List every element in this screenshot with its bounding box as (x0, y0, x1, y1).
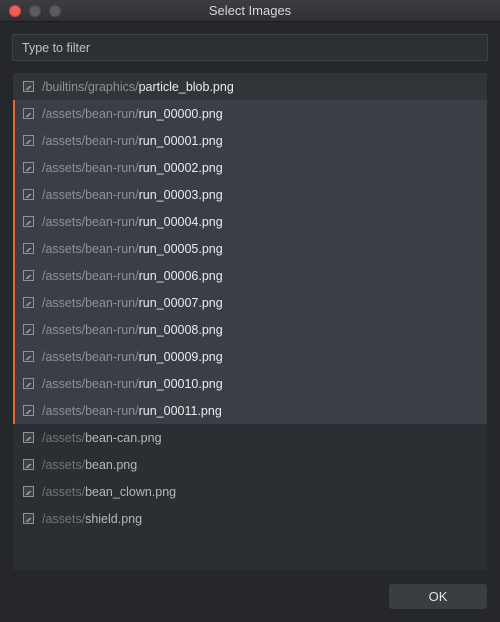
image-list-item[interactable]: /assets/bean-run/run_00008.png (13, 316, 487, 343)
image-file-icon (23, 189, 34, 200)
image-file-icon (23, 81, 34, 92)
image-file-icon (23, 378, 34, 389)
image-list-item[interactable]: /builtins/graphics/particle_blob.png (13, 73, 487, 100)
item-filename: run_00004.png (138, 214, 223, 229)
item-directory: /assets/bean-run/ (42, 106, 139, 121)
image-file-icon (23, 270, 34, 281)
image-file-icon (23, 432, 34, 443)
item-directory: /assets/bean-run/ (42, 322, 139, 337)
item-filename: run_00003.png (138, 187, 223, 202)
image-file-icon (23, 459, 34, 470)
item-directory: /builtins/graphics/ (42, 79, 139, 94)
image-file-icon (23, 351, 34, 362)
image-list-item[interactable]: /assets/bean-run/run_00007.png (13, 289, 487, 316)
image-file-icon (23, 108, 34, 119)
image-list-item[interactable]: /assets/bean-run/run_00004.png (13, 208, 487, 235)
image-list-item[interactable]: /assets/bean-run/run_00000.png (13, 100, 487, 127)
item-filename: run_00008.png (138, 322, 223, 337)
image-file-icon (23, 324, 34, 335)
item-directory: /assets/bean-run/ (42, 295, 139, 310)
title-bar: Select Images (0, 0, 500, 22)
item-filename: run_00002.png (138, 160, 223, 175)
image-file-icon (23, 162, 34, 173)
window-title: Select Images (208, 3, 292, 18)
image-file-icon (23, 135, 34, 146)
image-list-item[interactable]: /assets/bean-can.png (13, 424, 487, 451)
item-directory: /assets/bean-run/ (42, 241, 139, 256)
image-list[interactable]: /builtins/graphics/particle_blob.png /as… (13, 73, 487, 570)
ok-button[interactable]: OK (389, 584, 487, 609)
item-directory: /assets/bean-run/ (42, 133, 139, 148)
image-file-icon (23, 243, 34, 254)
item-directory: /assets/ (42, 457, 86, 472)
item-filename: run_00006.png (138, 268, 223, 283)
item-directory: /assets/bean-run/ (42, 376, 139, 391)
image-list-item[interactable]: /assets/bean.png (13, 451, 487, 478)
item-filename: run_00007.png (138, 295, 223, 310)
item-filename: run_00011.png (138, 403, 222, 418)
item-directory: /assets/bean-run/ (42, 187, 139, 202)
image-list-item[interactable]: /assets/bean-run/run_00011.png (13, 397, 487, 424)
image-list-item[interactable]: /assets/bean-run/run_00002.png (13, 154, 487, 181)
image-list-item[interactable]: /assets/bean-run/run_00006.png (13, 262, 487, 289)
item-directory: /assets/ (42, 484, 86, 499)
item-directory: /assets/bean-run/ (42, 160, 139, 175)
item-directory: /assets/bean-run/ (42, 268, 139, 283)
item-directory: /assets/bean-run/ (42, 349, 139, 364)
item-directory: /assets/ (42, 511, 86, 526)
image-list-item[interactable]: /assets/bean-run/run_00001.png (13, 127, 487, 154)
item-filename: bean.png (85, 457, 138, 472)
image-file-icon (23, 486, 34, 497)
filter-input[interactable] (12, 34, 488, 61)
item-filename: particle_blob.png (138, 79, 234, 94)
image-list-item[interactable]: /assets/bean-run/run_00003.png (13, 181, 487, 208)
item-filename: bean_clown.png (85, 484, 177, 499)
item-filename: bean-can.png (85, 430, 162, 445)
image-file-icon (23, 405, 34, 416)
item-filename: run_00010.png (138, 376, 223, 391)
image-list-item[interactable]: /assets/shield.png (13, 505, 487, 532)
image-file-icon (23, 513, 34, 524)
item-filename: run_00005.png (138, 241, 223, 256)
image-file-icon (23, 216, 34, 227)
item-directory: /assets/bean-run/ (42, 214, 139, 229)
item-directory: /assets/ (42, 430, 86, 445)
item-filename: run_00001.png (138, 133, 223, 148)
item-filename: run_00009.png (138, 349, 223, 364)
image-file-icon (23, 297, 34, 308)
item-directory: /assets/bean-run/ (42, 403, 139, 418)
item-filename: shield.png (85, 511, 143, 526)
image-list-item[interactable]: /assets/bean_clown.png (13, 478, 487, 505)
image-list-item[interactable]: /assets/bean-run/run_00009.png (13, 343, 487, 370)
image-list-item[interactable]: /assets/bean-run/run_00010.png (13, 370, 487, 397)
image-list-item[interactable]: /assets/bean-run/run_00005.png (13, 235, 487, 262)
item-filename: run_00000.png (138, 106, 223, 121)
